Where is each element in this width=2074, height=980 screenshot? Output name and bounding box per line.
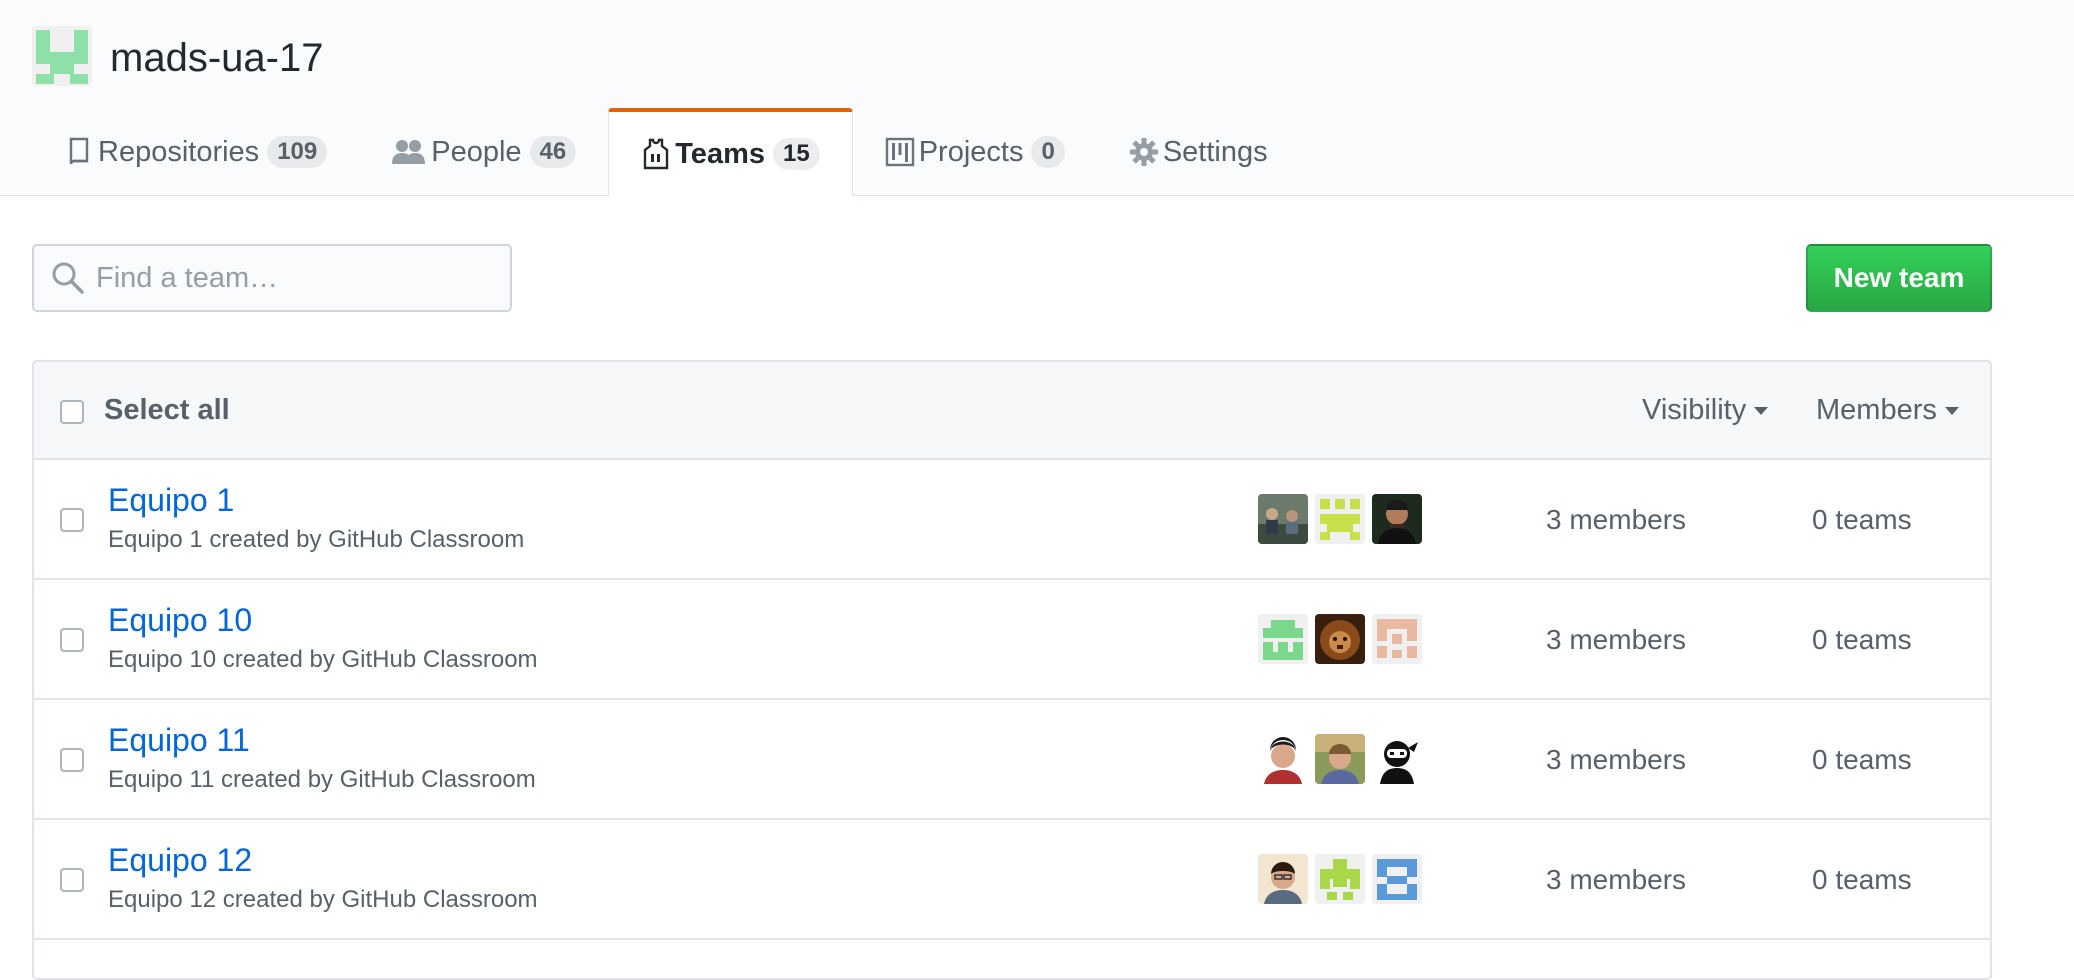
org-name[interactable]: mads-ua-17 [110, 34, 323, 82]
members-filter[interactable]: Members [1816, 394, 1959, 427]
team-checkbox[interactable] [60, 868, 84, 892]
avatar[interactable] [1372, 854, 1422, 904]
child-teams-count[interactable]: 0 teams [1812, 504, 1912, 536]
org-header: mads-ua-17 Repositories 109 People 46 Te… [0, 0, 2074, 197]
new-team-button[interactable]: New team [1806, 244, 1992, 312]
avatar[interactable] [1372, 614, 1422, 664]
jersey-icon [641, 138, 671, 170]
avatar[interactable] [1258, 614, 1308, 664]
team-row: Equipo 1 Equipo 1 created by GitHub Clas… [34, 460, 1990, 580]
team-name-link[interactable]: Equipo 12 [108, 842, 252, 879]
team-checkbox[interactable] [60, 508, 84, 532]
project-icon [885, 137, 915, 167]
tab-label: Settings [1162, 135, 1268, 168]
visibility-filter[interactable]: Visibility [1642, 394, 1769, 427]
team-name-link[interactable]: Equipo 1 [108, 482, 234, 519]
tab-projects[interactable]: Projects 0 [853, 108, 1097, 196]
team-checkbox[interactable] [60, 628, 84, 652]
search-input[interactable] [96, 261, 496, 295]
team-name-link[interactable]: Equipo 11 [108, 722, 250, 759]
teams-table: Select all Visibility Members Equipo 1 E… [32, 360, 1992, 980]
team-checkbox[interactable] [60, 748, 84, 772]
visibility-filter-label: Visibility [1642, 394, 1747, 426]
team-description: Equipo 11 created by GitHub Classroom [108, 766, 536, 793]
member-avatars [1258, 494, 1422, 544]
gear-icon [1129, 137, 1159, 167]
members-count[interactable]: 3 members [1546, 504, 1686, 536]
tab-repositories[interactable]: Repositories 109 [32, 108, 359, 196]
tab-counter: 46 [529, 136, 577, 168]
members-count[interactable]: 3 members [1546, 744, 1686, 776]
team-row: Equipo 11 Equipo 11 created by GitHub Cl… [34, 700, 1990, 820]
tab-label: Projects [918, 135, 1024, 168]
tab-label: Repositories [98, 135, 260, 168]
org-nav-tabs: Repositories 109 People 46 Teams 15 Proj… [32, 108, 1300, 197]
caret-down-icon [1944, 406, 1959, 415]
members-filter-label: Members [1816, 394, 1937, 426]
avatar[interactable] [1372, 734, 1422, 784]
repo-icon [64, 137, 94, 167]
tab-counter: 15 [772, 138, 820, 170]
child-teams-count[interactable]: 0 teams [1812, 744, 1912, 776]
search-icon [50, 260, 86, 296]
team-description: Equipo 1 created by GitHub Classroom [108, 526, 525, 553]
team-name-link[interactable]: Equipo 10 [108, 602, 252, 639]
tab-teams[interactable]: Teams 15 [608, 108, 853, 197]
member-avatars [1258, 734, 1422, 784]
avatar[interactable] [1315, 614, 1365, 664]
avatar[interactable] [1258, 494, 1308, 544]
members-count[interactable]: 3 members [1546, 864, 1686, 896]
table-header: Select all Visibility Members [34, 362, 1990, 460]
select-all-checkbox[interactable] [60, 400, 84, 424]
org-avatar[interactable] [32, 26, 92, 86]
team-search-box[interactable] [32, 244, 512, 312]
select-all-label[interactable]: Select all [104, 394, 230, 427]
avatar[interactable] [1258, 854, 1308, 904]
tab-label: People [431, 135, 522, 168]
team-description: Equipo 12 created by GitHub Classroom [108, 886, 538, 913]
tab-settings[interactable]: Settings [1097, 108, 1300, 196]
tab-counter: 0 [1031, 136, 1065, 168]
child-teams-count[interactable]: 0 teams [1812, 624, 1912, 656]
team-row: Equipo 12 Equipo 12 created by GitHub Cl… [34, 820, 1990, 940]
member-avatars [1258, 614, 1422, 664]
people-icon [391, 137, 427, 167]
team-row: Equipo 10 Equipo 10 created by GitHub Cl… [34, 580, 1990, 700]
avatar[interactable] [1315, 734, 1365, 784]
member-avatars [1258, 854, 1422, 904]
avatar[interactable] [1372, 494, 1422, 544]
caret-down-icon [1754, 406, 1769, 415]
members-count[interactable]: 3 members [1546, 624, 1686, 656]
avatar[interactable] [1258, 734, 1308, 784]
team-description: Equipo 10 created by GitHub Classroom [108, 646, 538, 673]
avatar[interactable] [1315, 494, 1365, 544]
avatar[interactable] [1315, 854, 1365, 904]
tab-label: Teams [675, 137, 765, 170]
tab-people[interactable]: People 46 [359, 108, 608, 196]
tab-counter: 109 [267, 136, 328, 168]
child-teams-count[interactable]: 0 teams [1812, 864, 1912, 896]
